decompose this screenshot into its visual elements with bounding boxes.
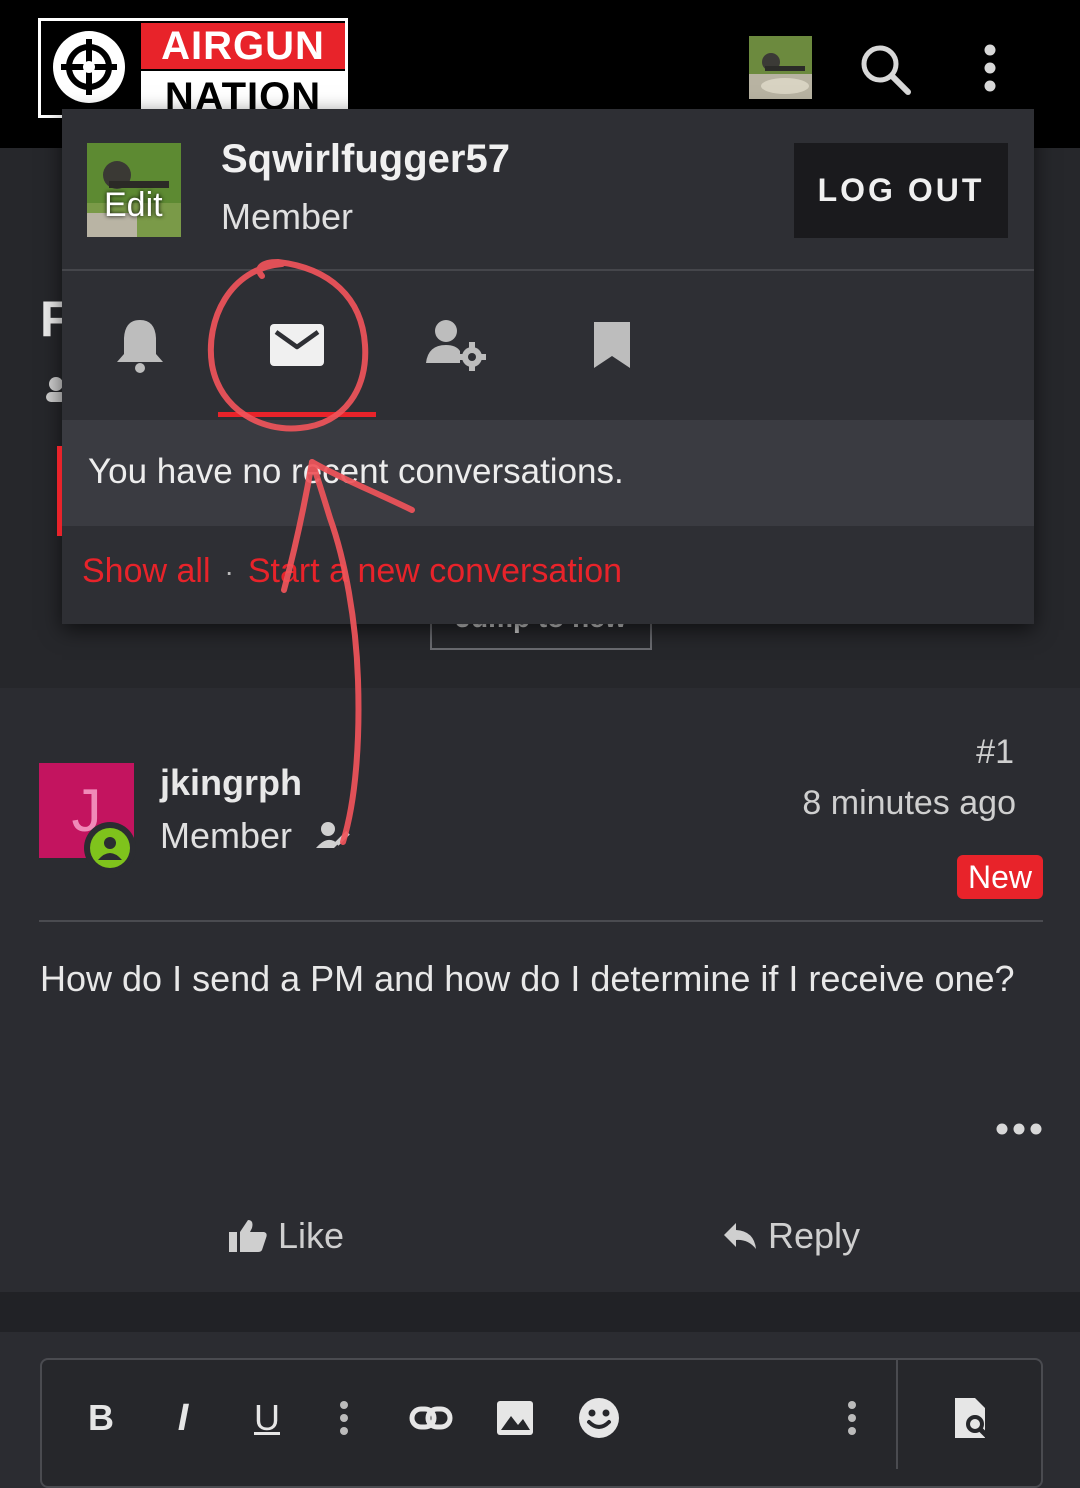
underline-button[interactable]: U	[246, 1395, 288, 1441]
search-icon[interactable]	[856, 40, 914, 98]
tab-bookmarks[interactable]	[562, 300, 662, 390]
site-logo[interactable]: AIRGUN NATION	[38, 18, 348, 119]
active-tab-indicator	[218, 412, 376, 417]
account-role: Member	[221, 196, 354, 237]
user-icon	[44, 376, 64, 402]
more-horizontal-icon[interactable]	[994, 1112, 1044, 1146]
logo-text-top: AIRGUN	[141, 23, 345, 69]
menu-divider	[62, 269, 1034, 271]
tab-account-settings[interactable]	[406, 300, 506, 390]
thumbs-up-icon	[228, 1218, 268, 1254]
message-accent-bar	[57, 446, 62, 536]
image-icon[interactable]	[494, 1395, 536, 1441]
more-vertical-icon[interactable]	[838, 1395, 866, 1441]
bell-icon	[115, 316, 165, 374]
like-label: Like	[278, 1215, 345, 1256]
like-button[interactable]: Like	[228, 1210, 344, 1262]
section-gap	[0, 1292, 1080, 1332]
logout-button[interactable]: LOG OUT	[794, 143, 1008, 238]
more-vertical-icon[interactable]	[970, 40, 1010, 98]
start-conversation-link[interactable]: Start a new conversation	[248, 552, 622, 591]
more-vertical-icon[interactable]	[330, 1395, 358, 1441]
post-author[interactable]: jkingrph	[160, 762, 302, 804]
user-edit-icon	[314, 818, 354, 854]
separator: ·	[224, 555, 234, 587]
account-username[interactable]: Sqwirlfugger57	[221, 137, 510, 182]
reply-button[interactable]: Reply	[722, 1210, 860, 1262]
user-settings-icon	[426, 319, 486, 371]
empty-conversations-message: You have no recent conversations.	[88, 452, 624, 491]
avatar-edit-link[interactable]: Edit	[104, 186, 163, 225]
crosshair-icon	[53, 31, 125, 103]
reply-label: Reply	[768, 1215, 861, 1256]
emoji-icon[interactable]	[576, 1395, 622, 1441]
online-status-icon	[84, 822, 136, 874]
toolbar-divider	[896, 1360, 898, 1469]
bold-button[interactable]: B	[80, 1395, 122, 1441]
conversations-footer: Show all · Start a new conversation	[82, 552, 622, 591]
envelope-icon	[269, 323, 325, 367]
post-divider	[39, 920, 1043, 922]
tab-conversations[interactable]	[247, 300, 347, 390]
show-all-link[interactable]: Show all	[82, 552, 211, 591]
bookmark-icon	[592, 320, 632, 370]
italic-button[interactable]: I	[162, 1395, 204, 1441]
link-icon[interactable]	[408, 1395, 454, 1441]
post-timestamp[interactable]: 8 minutes ago	[802, 784, 1016, 823]
tab-alerts[interactable]	[90, 300, 190, 390]
header-avatar[interactable]	[749, 36, 812, 99]
post-body: How do I send a PM and how do I determin…	[40, 958, 1015, 999]
new-badge: New	[957, 855, 1043, 899]
reply-icon	[722, 1221, 758, 1251]
post-number[interactable]: #1	[976, 733, 1014, 772]
post-author-role: Member	[160, 815, 293, 856]
preview-icon[interactable]	[948, 1395, 994, 1441]
